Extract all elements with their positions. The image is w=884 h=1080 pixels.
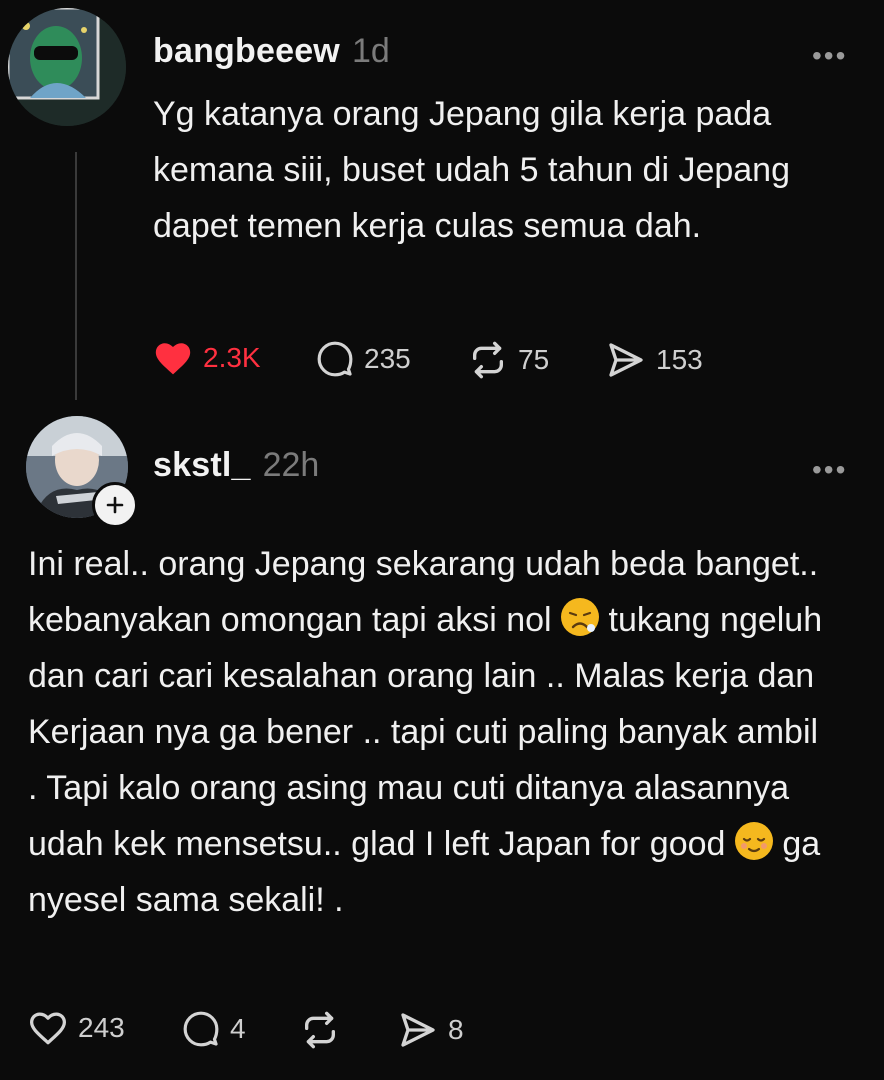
repost-count: 75: [518, 344, 550, 375]
heart-outline-icon: [30, 1012, 66, 1045]
send-icon: [401, 1013, 435, 1047]
post-text: Ini real.. orang Jepang sekarang udah be…: [28, 536, 828, 928]
share-button[interactable]: 153: [606, 340, 703, 380]
repost-icon: [305, 1011, 335, 1049]
post-2: skstl_ 22h ••• Ini real.. orang Jepang s…: [0, 410, 884, 1080]
like-count: 2.3K: [203, 342, 261, 373]
avatar-image: [8, 8, 126, 126]
share-button[interactable]: 8: [398, 1010, 464, 1050]
comment-count: 235: [364, 343, 411, 374]
post-time: 22h: [262, 446, 320, 484]
thread-connector-line: [75, 152, 77, 400]
more-options-icon[interactable]: •••: [812, 454, 847, 486]
follow-button[interactable]: [92, 482, 138, 528]
plus-icon: [106, 496, 124, 514]
reply-button[interactable]: 235: [316, 340, 411, 378]
post-text-part-2: tukang ngeluh dan cari cari kesalahan or…: [28, 601, 823, 863]
share-count: 8: [448, 1014, 464, 1045]
comment-count: 4: [230, 1013, 246, 1044]
avatar-bangbeeew[interactable]: [8, 8, 126, 126]
post-time: 1d: [351, 32, 390, 70]
repost-icon: [473, 341, 503, 379]
post-header: skstl_ 22h: [153, 446, 319, 485]
repost-button[interactable]: 75: [468, 340, 549, 380]
relieved-face-emoji-icon: [734, 822, 773, 860]
like-count: 243: [78, 1012, 125, 1043]
post-1: bangbeeew 1d ••• Yg katanya orang Jepang…: [0, 0, 884, 410]
like-button[interactable]: 2.3K: [153, 340, 261, 376]
comment-icon: [183, 1011, 219, 1047]
send-icon: [609, 343, 643, 377]
more-options-icon[interactable]: •••: [812, 40, 847, 72]
username[interactable]: bangbeeew: [153, 32, 340, 71]
username[interactable]: skstl_: [153, 446, 251, 485]
share-count: 153: [656, 344, 703, 375]
repost-button[interactable]: [300, 1010, 350, 1050]
heart-filled-icon: [155, 343, 191, 375]
post-text: Yg katanya orang Jepang gila kerja pada …: [153, 95, 791, 245]
like-button[interactable]: 243: [28, 1010, 125, 1046]
reply-button[interactable]: 4: [182, 1010, 246, 1048]
tired-face-emoji-icon: [561, 598, 600, 636]
comment-icon: [317, 341, 353, 377]
post-header: bangbeeew 1d: [153, 32, 390, 71]
